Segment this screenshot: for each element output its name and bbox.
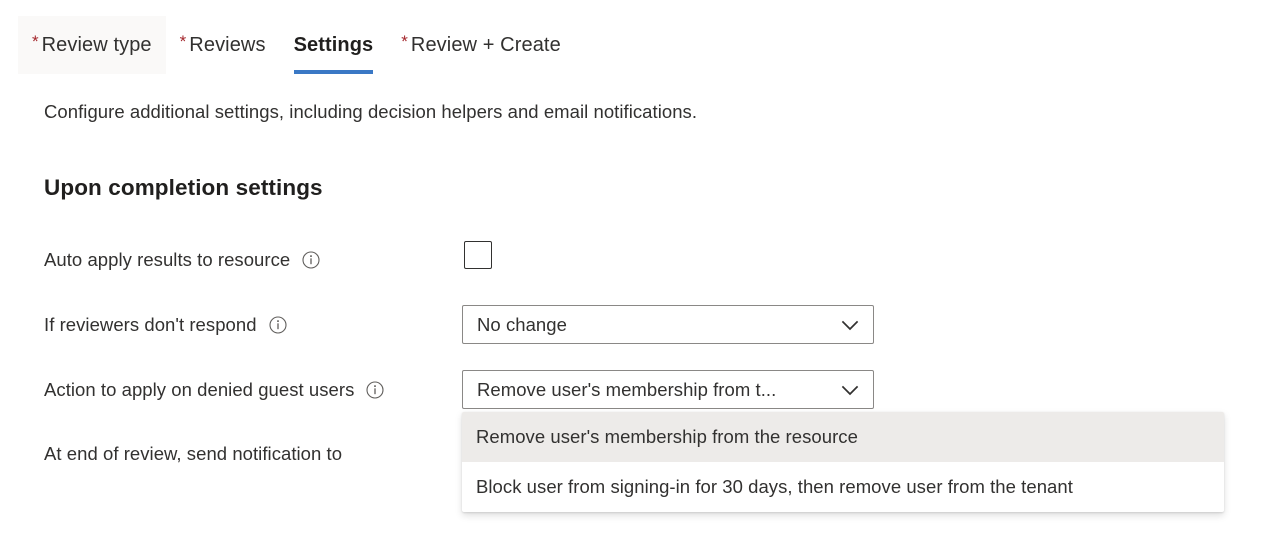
field-row-action-denied-guest-users: Action to apply on denied guest users <box>44 373 384 407</box>
dropdown-selected-value: Remove user's membership from t... <box>477 378 777 400</box>
chevron-down-icon <box>837 312 863 338</box>
field-label: If reviewers don't respond <box>44 314 257 335</box>
tab-review-type[interactable]: * Review type <box>18 16 166 74</box>
wizard-tab-strip: * Review type * Reviews Settings * Revie… <box>0 0 1282 78</box>
required-asterisk: * <box>179 31 187 51</box>
required-asterisk: * <box>32 31 39 51</box>
action-denied-guest-users-dropdown[interactable]: Remove user's membership from t... <box>462 370 874 409</box>
active-tab-underline <box>293 70 374 74</box>
dropdown-option-label: Remove user's membership from the resour… <box>476 426 858 447</box>
tab-settings[interactable]: Settings <box>280 16 388 74</box>
field-row-auto-apply-results: Auto apply results to resource <box>44 243 320 277</box>
dropdown-option-label: Block user from signing-in for 30 days, … <box>476 476 1073 497</box>
info-icon[interactable] <box>366 381 384 399</box>
auto-apply-results-checkbox[interactable] <box>464 241 492 269</box>
required-asterisk: * <box>401 31 408 51</box>
action-denied-guest-users-option-list: Remove user's membership from the resour… <box>462 412 1224 512</box>
field-label: At end of review, send notification to <box>44 443 343 464</box>
section-heading-upon-completion: Upon completion settings <box>44 175 323 200</box>
tab-label: Reviews <box>189 33 266 56</box>
field-label: Auto apply results to resource <box>44 249 291 270</box>
tab-review-create[interactable]: * Review + Create <box>387 16 575 74</box>
dropdown-option[interactable]: Remove user's membership from the resour… <box>462 412 1224 462</box>
tab-label: Review type <box>41 33 152 56</box>
dropdown-selected-value: No change <box>477 313 567 335</box>
field-label: Action to apply on denied guest users <box>44 379 355 400</box>
page-description: Configure additional settings, including… <box>44 101 698 122</box>
field-row-if-reviewers-dont-respond: If reviewers don't respond <box>44 308 287 342</box>
tab-label: Settings <box>293 33 374 56</box>
chevron-down-icon <box>837 377 863 403</box>
field-row-end-of-review-notification: At end of review, send notification to <box>44 437 342 471</box>
tab-label: Review + Create <box>410 33 561 56</box>
dropdown-option[interactable]: Block user from signing-in for 30 days, … <box>462 462 1224 512</box>
info-icon[interactable] <box>269 316 287 334</box>
info-icon[interactable] <box>302 251 320 269</box>
tab-reviews[interactable]: * Reviews <box>166 16 280 74</box>
if-reviewers-dont-respond-dropdown[interactable]: No change <box>462 305 874 344</box>
